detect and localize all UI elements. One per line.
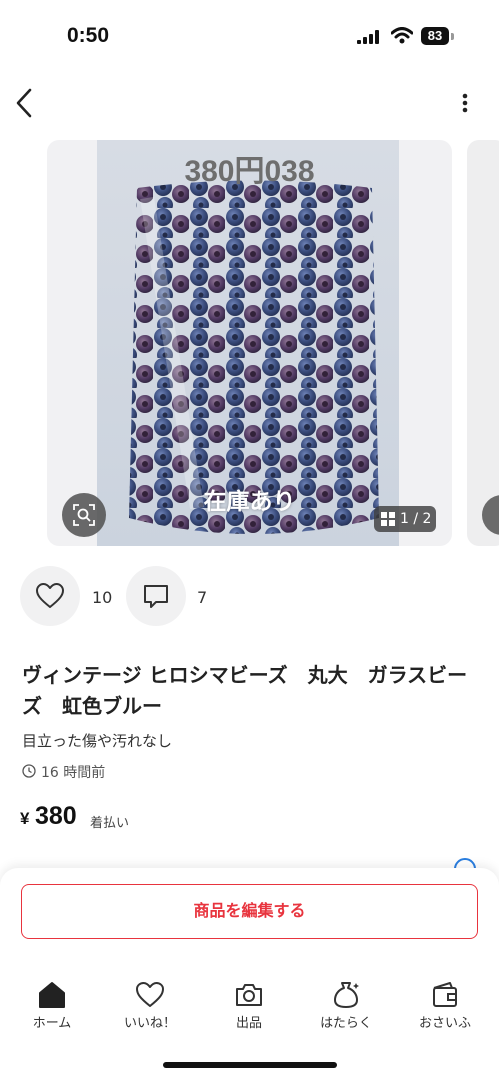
shipping-fee-label: 着払い: [90, 816, 130, 831]
price-currency: ¥: [20, 809, 30, 828]
money-bag-icon: [334, 982, 359, 1008]
photo-price-label: 380円038: [184, 155, 315, 188]
battery-nub: [451, 33, 454, 40]
status-time: 0:50: [67, 24, 110, 47]
home-indicator: [163, 1062, 337, 1068]
tab-wallet-label: おさいふ: [418, 1016, 471, 1031]
heart-icon: [36, 583, 64, 608]
wallet-icon: [433, 982, 457, 1007]
status-bar: 0:50 83: [0, 0, 499, 60]
page-indicator-text: 1 / 2: [400, 511, 432, 527]
cellular-signal-icon: [357, 30, 379, 44]
like-count: 10: [92, 588, 113, 607]
comment-icon: [144, 585, 168, 608]
comment-count: 7: [197, 588, 208, 607]
home-icon: [39, 982, 65, 1008]
tab-work-label: はたらく: [320, 1016, 372, 1031]
comment-button[interactable]: [126, 566, 186, 626]
tab-sell-label: 出品: [235, 1016, 262, 1031]
like-button[interactable]: [20, 566, 80, 626]
tab-home[interactable]: ホーム: [12, 980, 92, 1040]
tab-wallet[interactable]: おさいふ: [405, 980, 485, 1040]
item-title: ヴィンテージ ヒロシマビーズ 丸大 ガラスビーズ 虹色ブルー: [22, 663, 468, 718]
more-options-button[interactable]: [455, 88, 475, 118]
chevron-left-icon: [16, 88, 32, 118]
tab-likes[interactable]: いいね！: [110, 980, 190, 1040]
next-image-preview[interactable]: [467, 140, 499, 546]
posted-time-text: 16 時間前: [41, 765, 106, 781]
edit-item-button[interactable]: 商品を編集する: [21, 884, 478, 939]
back-button[interactable]: [10, 86, 40, 120]
image-search-button[interactable]: [62, 493, 106, 537]
wifi-icon: [391, 27, 413, 44]
item-condition: 目立った傷や汚れなし: [22, 732, 173, 750]
tab-home-label: ホーム: [32, 1016, 72, 1031]
clock-icon: [22, 764, 36, 778]
heart-icon: [136, 982, 164, 1007]
image-search-icon: [73, 504, 95, 526]
tab-work[interactable]: はたらく: [306, 980, 386, 1040]
vertical-dots-icon: [462, 93, 468, 113]
tab-sell[interactable]: 出品: [209, 980, 289, 1040]
price-value: 380: [35, 802, 77, 830]
page-indicator: 1 / 2: [374, 506, 436, 532]
next-image-search-icon: [482, 495, 499, 535]
product-image-carousel[interactable]: 380円038 在庫あり 1 / 2: [47, 140, 452, 546]
battery-icon: 83: [421, 27, 449, 45]
grid-icon: [381, 512, 395, 526]
tab-likes-label: いいね！: [123, 1016, 176, 1031]
camera-icon: [236, 984, 262, 1006]
